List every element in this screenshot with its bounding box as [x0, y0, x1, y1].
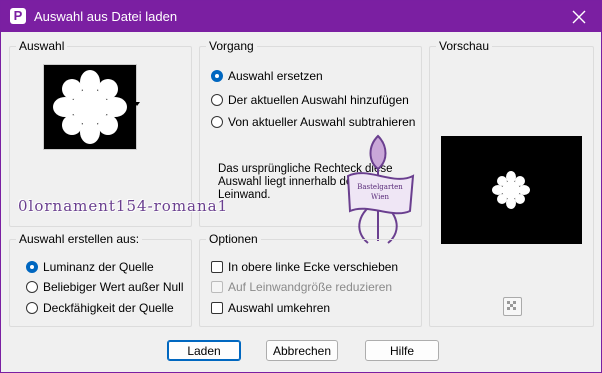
- cancel-button[interactable]: Abbrechen: [266, 340, 338, 361]
- group-auswahl-title: Auswahl: [16, 39, 68, 53]
- window-title: Auswahl aus Datei laden: [34, 9, 178, 24]
- check-invert[interactable]: Auswahl umkehren: [211, 301, 330, 315]
- radio-replace-label: Auswahl ersetzen: [228, 69, 323, 83]
- transparency-checker-icon[interactable]: [503, 297, 522, 316]
- dropdown-arrow-icon[interactable]: [134, 102, 140, 106]
- check-move-top-left-box[interactable]: [211, 261, 223, 273]
- radio-luminanz-label: Luminanz der Quelle: [43, 260, 154, 274]
- title-bar: P Auswahl aus Datei laden: [1, 1, 601, 32]
- radio-luminanz[interactable]: Luminanz der Quelle: [26, 260, 154, 274]
- check-move-top-left[interactable]: In obere linke Ecke verschieben: [211, 260, 398, 274]
- group-vorgang-title: Vorgang: [206, 39, 257, 53]
- group-optionen-title: Optionen: [206, 232, 261, 246]
- radio-replace-indicator[interactable]: [211, 70, 223, 82]
- check-reduce-canvas-label: Auf Leinwandgröße reduzieren: [228, 280, 393, 294]
- help-button[interactable]: Hilfe: [365, 340, 439, 361]
- radio-add-indicator[interactable]: [211, 94, 223, 106]
- radio-subtract-label: Von aktueller Auswahl subtrahieren: [228, 115, 416, 129]
- dialog-window: P Auswahl aus Datei laden Auswahl Vorgan…: [0, 0, 602, 373]
- check-invert-box[interactable]: [211, 302, 223, 314]
- radio-nonzero[interactable]: Beliebiger Wert außer Null: [26, 280, 184, 294]
- flower-shape-icon: [53, 70, 127, 144]
- check-move-top-left-label: In obere linke Ecke verschieben: [228, 260, 399, 274]
- seal-text-2: Wien: [371, 193, 389, 201]
- radio-nonzero-label: Beliebiger Wert außer Null: [43, 280, 184, 294]
- preview-flower-icon: [492, 171, 530, 209]
- group-erstellen-title: Auswahl erstellen aus:: [16, 232, 143, 246]
- close-icon: [572, 10, 585, 23]
- check-invert-label: Auswahl umkehren: [228, 301, 331, 315]
- load-button[interactable]: Laden: [167, 340, 241, 361]
- radio-nonzero-indicator[interactable]: [26, 281, 38, 293]
- radio-add[interactable]: Der aktuellen Auswahl hinzufügen: [211, 93, 409, 107]
- radio-subtract[interactable]: Von aktueller Auswahl subtrahieren: [211, 115, 415, 129]
- preview-canvas: [441, 136, 582, 244]
- radio-opacity[interactable]: Deckfähigkeit der Quelle: [26, 301, 174, 315]
- check-reduce-canvas-box: [211, 281, 223, 293]
- watermark-seal-icon: Bastelgarten Wien: [346, 134, 415, 244]
- check-reduce-canvas: Auf Leinwandgröße reduzieren: [211, 280, 392, 294]
- radio-luminanz-indicator[interactable]: [26, 261, 38, 273]
- group-vorschau-title: Vorschau: [436, 39, 493, 53]
- selection-thumbnail[interactable]: [43, 64, 137, 150]
- checkerboard-icon: [507, 301, 516, 310]
- watermark-text: 0lornament154-romana1: [18, 197, 229, 215]
- app-icon: P: [10, 8, 26, 24]
- radio-add-label: Der aktuellen Auswahl hinzufügen: [228, 93, 409, 107]
- radio-subtract-indicator[interactable]: [211, 116, 223, 128]
- radio-replace[interactable]: Auswahl ersetzen: [211, 69, 323, 83]
- seal-text-1: Bastelgarten: [357, 183, 403, 191]
- radio-opacity-label: Deckfähigkeit der Quelle: [43, 301, 174, 315]
- close-button[interactable]: [556, 1, 601, 32]
- radio-opacity-indicator[interactable]: [26, 302, 38, 314]
